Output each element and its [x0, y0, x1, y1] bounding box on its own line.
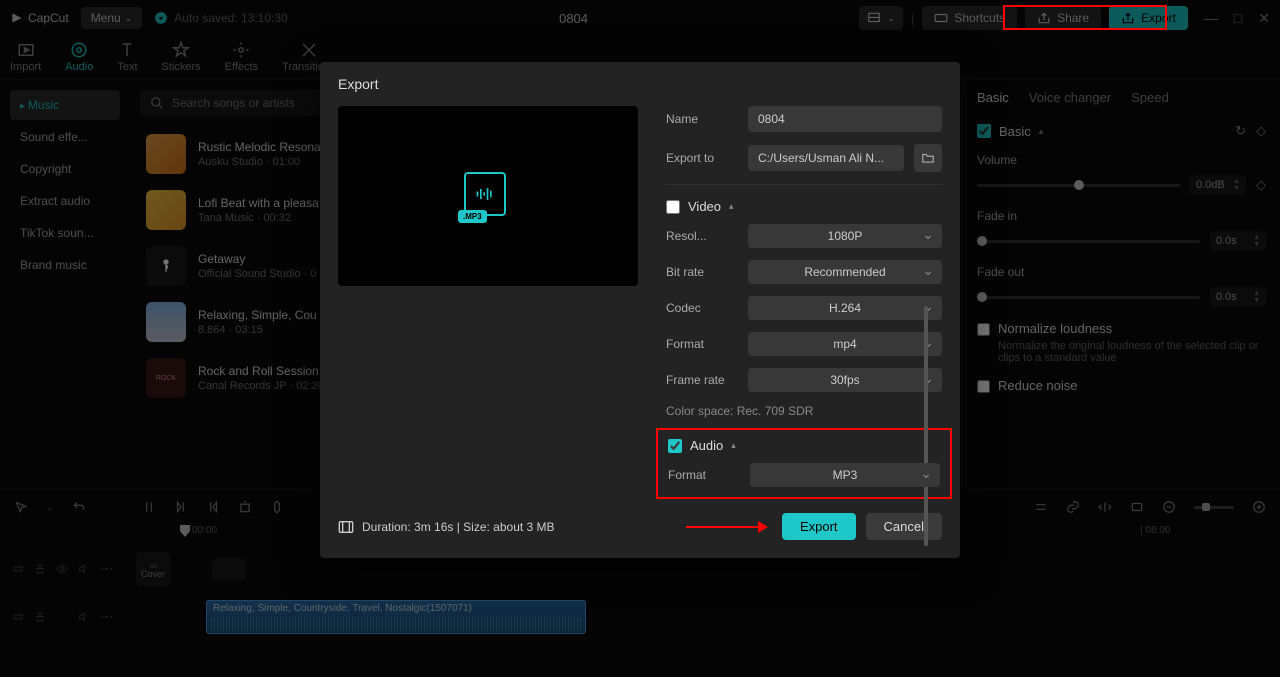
dialog-title: Export — [320, 62, 960, 106]
export-path: C:/Users/Usman Ali N... — [748, 145, 904, 171]
annotation-arrow — [686, 526, 766, 528]
resolution-select[interactable]: 1080P — [748, 224, 942, 248]
scrollbar[interactable] — [924, 306, 928, 546]
audio-export-checkbox[interactable] — [668, 439, 682, 453]
colorspace-label: Color space: Rec. 709 SDR — [666, 404, 942, 418]
export-dialog: Export .MP3 Name Export to C:/Users/Usma… — [320, 62, 960, 558]
export-duration-info: Duration: 3m 16s | Size: about 3 MB — [338, 520, 555, 534]
cancel-button[interactable]: Cancel — [866, 513, 942, 540]
export-name-input[interactable] — [748, 106, 942, 132]
film-icon — [338, 520, 354, 534]
bitrate-select[interactable]: Recommended — [748, 260, 942, 284]
browse-folder-button[interactable] — [914, 144, 942, 172]
export-confirm-button[interactable]: Export — [782, 513, 856, 540]
codec-select[interactable]: H.264 — [748, 296, 942, 320]
fps-select[interactable]: 30fps — [748, 368, 942, 392]
video-format-select[interactable]: mp4 — [748, 332, 942, 356]
export-preview: .MP3 — [338, 106, 638, 286]
video-export-checkbox[interactable] — [666, 200, 680, 214]
mp3-format-icon: .MP3 — [464, 172, 512, 220]
audio-format-select[interactable]: MP3 — [750, 463, 940, 487]
